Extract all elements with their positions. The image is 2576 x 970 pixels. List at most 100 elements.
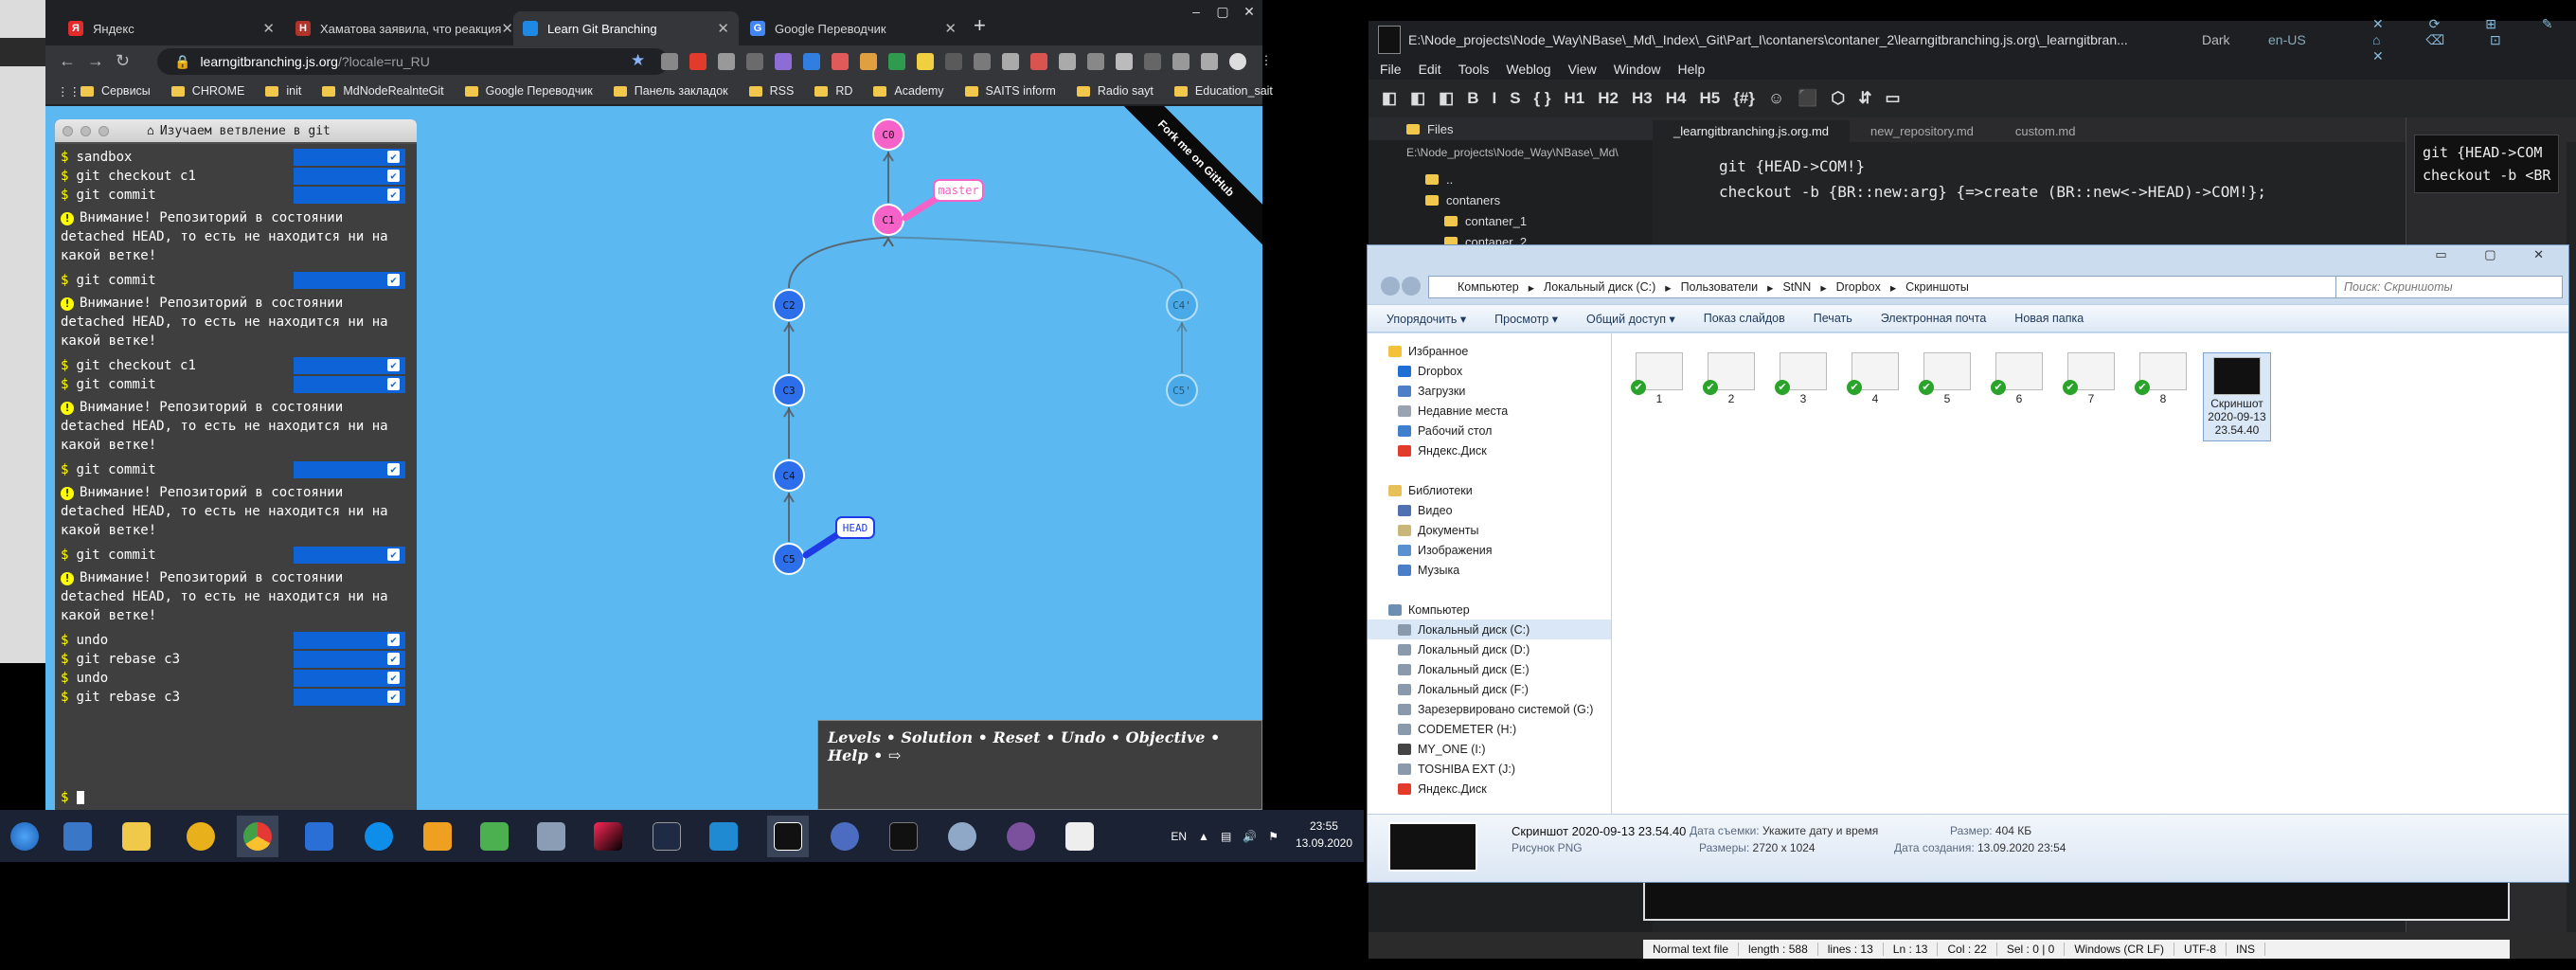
menu-item[interactable]: Window xyxy=(1614,62,1661,77)
browser-tab[interactable]: G Google Переводчик ✕ xyxy=(741,11,966,45)
menu-item[interactable]: File xyxy=(1380,62,1402,77)
nav-item[interactable]: Рабочий стол xyxy=(1368,421,1611,440)
browser-tab[interactable]: Я Яндекс ✕ xyxy=(59,11,284,45)
toolbar-button[interactable]: H5 xyxy=(1699,89,1720,108)
extension-icon[interactable] xyxy=(746,53,763,70)
toolbar-button[interactable]: H4 xyxy=(1666,89,1687,108)
toolbar-icon[interactable]: ☺ xyxy=(1768,89,1784,108)
toolbar-icon[interactable]: ◧ xyxy=(1382,89,1397,108)
file-thumbnail[interactable]: ✔ 6 xyxy=(1991,352,2048,405)
browser-tab[interactable]: Learn Git Branching ✕ xyxy=(513,11,739,45)
nav-item[interactable]: Загрузки xyxy=(1368,381,1611,401)
chrome-taskbar-icon[interactable] xyxy=(237,816,278,857)
nav-item[interactable]: CODEMETER (H:) xyxy=(1368,719,1611,739)
command-bar[interactable]: Levels • Solution • Reset • Undo • Objec… xyxy=(817,720,1262,810)
extension-icon[interactable] xyxy=(1059,53,1076,70)
reload-icon[interactable]: ↻ xyxy=(116,51,130,71)
menu-item[interactable]: Tools xyxy=(1458,62,1490,77)
tab-close-icon[interactable]: ✕ xyxy=(944,20,957,37)
toolbar-button[interactable]: { } xyxy=(1534,89,1551,108)
breadcrumb-item[interactable]: Dropbox xyxy=(1836,280,1881,294)
nav-item[interactable]: Изображения xyxy=(1368,540,1611,560)
nav-item[interactable]: Документы xyxy=(1368,520,1611,540)
file-thumbnail[interactable]: ✔ 2 xyxy=(1703,352,1760,405)
toolbar-icon[interactable]: ◧ xyxy=(1410,89,1425,108)
back-icon[interactable] xyxy=(1381,277,1400,296)
toolbar-button[interactable]: H1 xyxy=(1565,89,1585,108)
nav-item[interactable]: Избранное xyxy=(1368,341,1611,361)
menu-item[interactable]: Help xyxy=(1677,62,1705,77)
flag-icon[interactable]: ⚑ xyxy=(1268,830,1279,843)
file-thumbnail[interactable]: ✔ 5 xyxy=(1919,352,1976,405)
intellij-taskbar-icon[interactable] xyxy=(587,816,629,857)
teamviewer-taskbar-icon[interactable] xyxy=(358,816,400,857)
editor-tab[interactable]: new_repository.md xyxy=(1850,120,1995,142)
start-button[interactable] xyxy=(4,816,45,857)
nav-item[interactable]: Локальный диск (F:) xyxy=(1368,679,1611,699)
taskbar-app-icon[interactable] xyxy=(57,816,98,857)
tree-item[interactable]: .. xyxy=(1425,169,1653,189)
avatar[interactable] xyxy=(1229,53,1246,70)
network-icon[interactable]: ▤ xyxy=(1221,830,1231,843)
toolbar-button[interactable]: S xyxy=(1510,89,1520,108)
extension-icon[interactable] xyxy=(1116,53,1133,70)
nav-item[interactable]: Локальный диск (D:) xyxy=(1368,639,1611,659)
file-thumbnail[interactable]: ✔ 4 xyxy=(1847,352,1904,405)
nav-item[interactable]: Локальный диск (C:) xyxy=(1368,620,1611,639)
new-tab-button[interactable]: + xyxy=(974,13,986,38)
nav-item[interactable]: Dropbox xyxy=(1368,361,1611,381)
menu-item[interactable]: Weblog xyxy=(1506,62,1550,77)
extension-icon[interactable] xyxy=(832,53,849,70)
breadcrumb[interactable]: Компьютер ▸ Локальный диск (C:) ▸ Пользовате… xyxy=(1428,276,2356,298)
toolbar-icon[interactable]: ⬡ xyxy=(1831,89,1845,108)
menu-dots-icon[interactable]: ⋮ xyxy=(1258,53,1275,70)
tree-item[interactable]: contaner_1 xyxy=(1444,210,1653,231)
bookmark-item[interactable]: Сервисы xyxy=(80,84,151,98)
nav-item[interactable]: Компьютер xyxy=(1368,600,1611,620)
maximize-icon[interactable]: ▢ xyxy=(1209,0,1236,25)
command-button[interactable]: Просмотр ▾ xyxy=(1494,312,1558,326)
bookmark-star-icon[interactable]: ★ xyxy=(631,51,645,70)
editor-tab[interactable]: custom.md xyxy=(1995,120,2097,142)
file-thumbnail[interactable]: ✔ 7 xyxy=(2063,352,2120,405)
bookmark-item[interactable]: Radio sayt xyxy=(1076,84,1154,98)
pdf-taskbar-icon[interactable] xyxy=(883,816,924,857)
extension-icon[interactable] xyxy=(1201,53,1218,70)
apps-icon[interactable]: ⋮⋮ xyxy=(57,84,80,99)
bookmark-item[interactable]: Google Переводчик xyxy=(464,84,593,98)
bookmark-item[interactable]: CHROME xyxy=(170,84,244,98)
command-button[interactable]: Показ слайдов xyxy=(1704,312,1785,325)
markdown-editor-taskbar-icon[interactable] xyxy=(767,816,809,857)
toolbar-button[interactable]: H3 xyxy=(1632,89,1653,108)
breadcrumb-item[interactable]: Скриншоты xyxy=(1905,280,1969,294)
input-language[interactable]: EN xyxy=(1171,830,1187,843)
close-icon[interactable]: ✕ xyxy=(1236,0,1262,25)
bookmark-item[interactable]: MdNodeRealnteGit xyxy=(322,84,444,98)
nav-item[interactable]: Библиотеки xyxy=(1368,480,1611,500)
nav-item[interactable]: TOSHIBA EXT (J:) xyxy=(1368,759,1611,779)
toolbar-icon[interactable]: ⇵ xyxy=(1858,89,1871,108)
forward-icon[interactable] xyxy=(1402,277,1421,296)
tray-up-icon[interactable]: ▲ xyxy=(1198,830,1209,843)
menu-item[interactable]: View xyxy=(1568,62,1597,77)
omnibox[interactable]: 🔒 learngitbranching.js.org/?locale=ru_RU xyxy=(157,48,669,75)
taskbar-app-icon[interactable] xyxy=(474,816,515,857)
command-button[interactable]: Печать xyxy=(1814,312,1852,325)
bookmark-item[interactable]: RD xyxy=(814,84,852,98)
command-bar-links[interactable]: Levels • Solution • Reset • Undo • Objec… xyxy=(828,728,1220,764)
command-button[interactable]: Общий доступ ▾ xyxy=(1586,312,1675,326)
forward-icon[interactable]: → xyxy=(87,51,104,71)
extension-icon[interactable] xyxy=(689,53,707,70)
terminal-taskbar-icon[interactable] xyxy=(646,816,688,857)
toolbar-button[interactable]: I xyxy=(1492,89,1496,108)
viber-taskbar-icon[interactable] xyxy=(1000,816,1042,857)
nav-item[interactable]: Недавние места xyxy=(1368,401,1611,421)
toolbar-button[interactable]: B xyxy=(1467,89,1478,108)
minimize-icon[interactable]: – xyxy=(1183,0,1209,25)
breadcrumb-item[interactable]: Компьютер xyxy=(1458,280,1519,294)
vscode-taskbar-icon[interactable] xyxy=(703,816,744,857)
browser-tab[interactable]: Н Хаматова заявила, что реакция ✕ xyxy=(286,11,511,45)
bookmark-item[interactable]: Education_sait xyxy=(1173,84,1273,98)
nav-item[interactable]: Яндекс.Диск xyxy=(1368,440,1611,460)
breadcrumb-item[interactable]: Пользователи xyxy=(1681,280,1759,294)
